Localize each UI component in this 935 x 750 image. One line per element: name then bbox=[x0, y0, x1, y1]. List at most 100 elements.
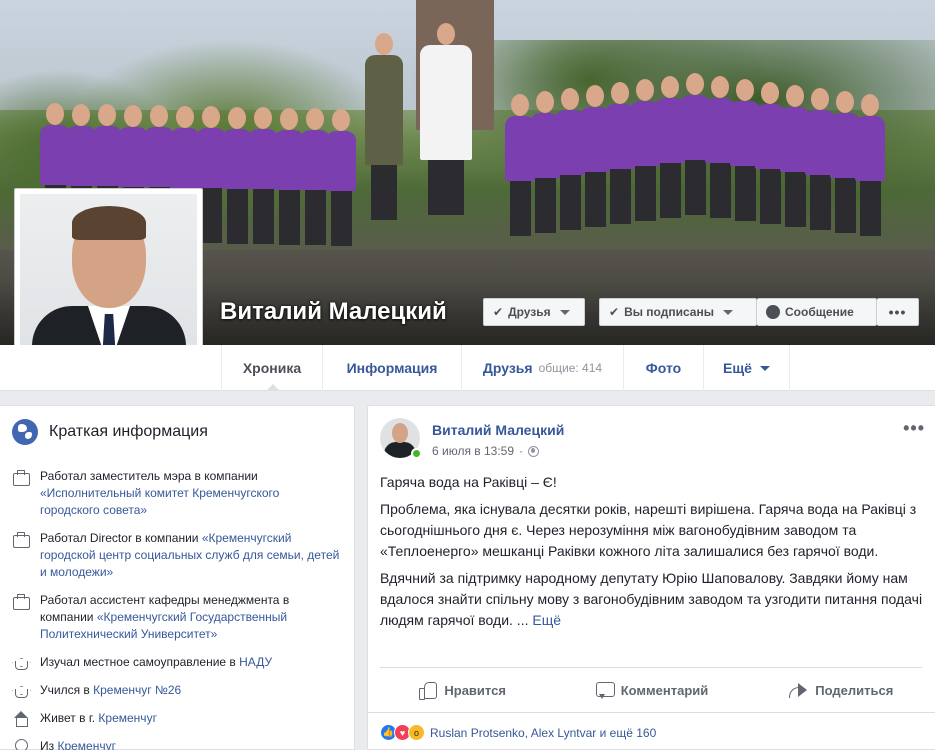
intro-item-prefix: Работал Director в компании bbox=[40, 531, 202, 545]
subscribed-button[interactable]: ✔ Вы подписаны bbox=[599, 298, 757, 326]
intro-header: Краткая информация bbox=[12, 419, 208, 445]
crowd-person-legs bbox=[584, 172, 606, 227]
crowd-person-head bbox=[46, 103, 64, 125]
like-label: Нравится bbox=[444, 682, 506, 698]
briefcase-icon bbox=[12, 593, 30, 610]
message-button[interactable]: Сообщение bbox=[757, 298, 877, 326]
tab-label: Ещё bbox=[723, 360, 752, 376]
crowd-person-head bbox=[202, 106, 220, 128]
crowd-person-legs bbox=[709, 163, 731, 218]
profile-tabs: Хроника Информация Друзья общие: 414 Фото… bbox=[0, 345, 935, 391]
intro-item-prefix: Из bbox=[40, 739, 58, 750]
crowd-person-head bbox=[736, 79, 754, 101]
intro-item-text: Из Кременчуг bbox=[40, 738, 116, 750]
crowd-person-legs bbox=[330, 190, 352, 246]
comment-label: Комментарий bbox=[620, 682, 709, 698]
post-options-icon[interactable]: ••• bbox=[903, 418, 925, 439]
intro-item: Живет в г. Кременчуг bbox=[12, 710, 342, 727]
subscribed-button-label: Вы подписаны bbox=[624, 305, 714, 319]
caret-down-icon bbox=[759, 365, 770, 371]
online-status-dot bbox=[411, 448, 422, 459]
intro-item-link[interactable]: «Исполнительный комитет Кременчугского г… bbox=[40, 486, 279, 517]
post-paragraph: Проблема, яка існувала десятки років, на… bbox=[380, 501, 917, 559]
see-more-link[interactable]: Ещё bbox=[532, 612, 561, 628]
post-author-name[interactable]: Виталий Малецкий bbox=[432, 422, 564, 438]
briefcase-icon bbox=[12, 469, 30, 486]
crowd-person-legs bbox=[684, 160, 706, 215]
post-paragraph: Гаряча вода на Раківці – Є! bbox=[380, 474, 557, 490]
intro-item-link[interactable]: Кременчуг bbox=[57, 739, 116, 750]
comment-button[interactable]: Комментарий bbox=[557, 668, 746, 712]
crowd-person-legs bbox=[809, 175, 831, 230]
crowd-person-legs bbox=[784, 172, 806, 227]
tab-chronicle[interactable]: Хроника bbox=[221, 345, 323, 391]
intro-item-prefix: Работал заместитель мэра в компании bbox=[40, 469, 258, 483]
crowd-person-head bbox=[511, 94, 529, 116]
crowd-person-legs bbox=[427, 160, 465, 215]
post-meta: 6 июля в 13:59 · bbox=[432, 444, 540, 458]
mutual-friends-count: общие: 414 bbox=[538, 361, 603, 375]
crowd-person-legs bbox=[304, 190, 326, 245]
crowd-person-head bbox=[836, 91, 854, 113]
share-arrow-icon bbox=[789, 682, 808, 699]
crowd-person bbox=[365, 33, 403, 220]
intro-list: Работал заместитель мэра в компании «Исп… bbox=[12, 468, 342, 750]
tab-friends[interactable]: Друзья общие: 414 bbox=[462, 345, 624, 391]
post-paragraph-text: Вдячний за підтримку народному депутату … bbox=[380, 570, 923, 628]
share-label: Поделиться bbox=[815, 682, 894, 698]
crowd-person-head bbox=[176, 105, 194, 128]
crowd-person-legs bbox=[659, 163, 681, 218]
crowd-person bbox=[855, 94, 885, 236]
profile-name[interactable]: Виталий Малецкий bbox=[220, 298, 447, 326]
crowd-person-head bbox=[72, 103, 90, 126]
comment-bubble-icon bbox=[595, 681, 615, 699]
tab-label: Фото bbox=[645, 360, 682, 376]
tab-info[interactable]: Информация bbox=[323, 345, 462, 391]
post-timestamp[interactable]: 6 июля в 13:59 bbox=[432, 444, 514, 458]
friends-button[interactable]: ✔ Друзья bbox=[483, 298, 585, 326]
intro-item-link[interactable]: Кременчуг №26 bbox=[93, 683, 181, 697]
thumbs-up-icon bbox=[419, 681, 438, 700]
crowd-person-legs bbox=[859, 181, 881, 236]
crowd-person-legs bbox=[759, 169, 781, 224]
like-button[interactable]: Нравится bbox=[368, 668, 557, 712]
intro-item: Из Кременчуг bbox=[12, 738, 342, 750]
crowd-person-legs bbox=[200, 188, 222, 243]
crowd-person-legs bbox=[278, 189, 300, 245]
crowd-person-head bbox=[375, 33, 393, 55]
crowd-person-head bbox=[611, 82, 629, 104]
crowd-person-head bbox=[636, 79, 654, 101]
caret-down-icon bbox=[559, 309, 570, 315]
share-button[interactable]: Поделиться bbox=[747, 668, 935, 712]
reactions-names[interactable]: Ruslan Protsenko, Alex Lyntvar и ещё 160 bbox=[430, 726, 656, 740]
tab-photo[interactable]: Фото bbox=[624, 345, 704, 391]
crowd-person-legs bbox=[534, 178, 556, 233]
tab-more[interactable]: Ещё bbox=[704, 345, 790, 391]
reactions-summary[interactable]: 👍 ♥ o Ruslan Protsenko, Alex Lyntvar и е… bbox=[380, 724, 656, 741]
globe-icon bbox=[12, 419, 38, 445]
intro-item: Учился в Кременчуг №26 bbox=[12, 682, 342, 699]
public-globe-icon[interactable] bbox=[528, 445, 540, 457]
crowd-person-head bbox=[661, 76, 679, 98]
briefcase-icon bbox=[12, 531, 30, 548]
intro-item-link[interactable]: Кременчуг bbox=[98, 711, 157, 725]
avatar bbox=[20, 194, 197, 367]
crowd-person-legs bbox=[634, 166, 656, 221]
crowd-person-head bbox=[228, 106, 246, 129]
crowd-person-head bbox=[786, 85, 804, 107]
intro-item-link[interactable]: НАДУ bbox=[239, 655, 272, 669]
more-options-button[interactable]: ••• bbox=[877, 298, 919, 326]
crowd-person-head bbox=[306, 108, 324, 130]
crowd-person bbox=[420, 23, 472, 215]
location-pin-icon bbox=[12, 739, 30, 750]
crowd-person-head bbox=[280, 107, 298, 130]
crowd-person-legs bbox=[226, 188, 248, 244]
intro-item-text: Работал ассистент кафедры менеджмента в … bbox=[40, 592, 342, 643]
crowd-person-head bbox=[98, 104, 116, 126]
crowd-person-legs bbox=[559, 175, 581, 230]
dot-separator: · bbox=[519, 444, 524, 458]
crowd-person bbox=[326, 108, 356, 246]
more-dots-icon: ••• bbox=[888, 304, 907, 320]
crowd-person-legs bbox=[834, 178, 856, 233]
crowd-person-head bbox=[254, 107, 272, 129]
